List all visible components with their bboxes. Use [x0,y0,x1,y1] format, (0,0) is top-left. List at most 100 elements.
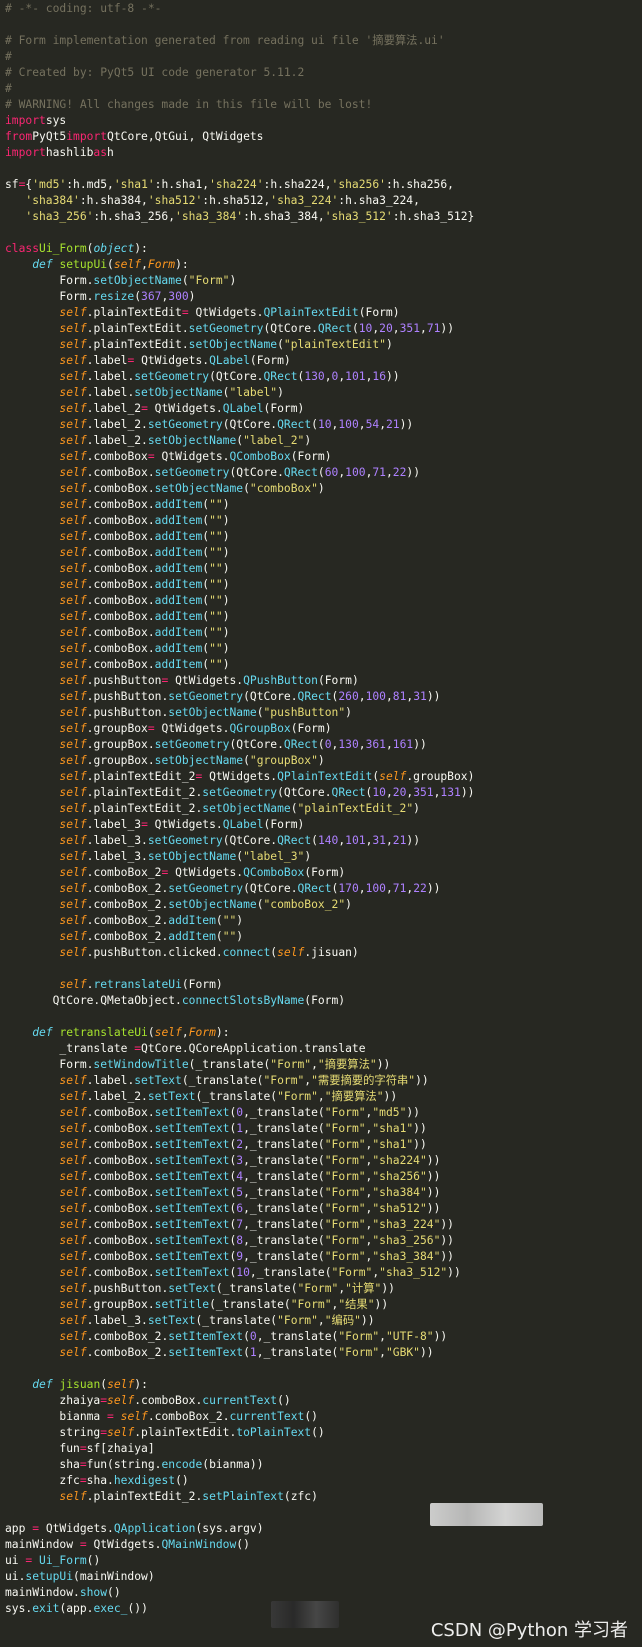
code-token: 170 [338,882,359,895]
code-line: 'sha3_256':h.sha3_256,'sha3_384':h.sha3_… [5,209,635,225]
code-token: (Form) [249,354,291,367]
code-line: zfc=sha.hexdigest() [5,1473,635,1489]
code-token: Ui_Form [39,242,87,255]
code-token: "摘要算法" [317,1058,377,1071]
code-token: 71 [426,322,441,335]
code-token: (bianma)) [202,1458,264,1471]
code-token: self [59,530,87,543]
code-token: self [59,1314,87,1327]
code-token: self [107,1378,135,1391]
code-token: "UTF-8" [385,1330,434,1343]
code-token: .comboBox_2. [86,882,169,895]
code-token: setItemText [154,1266,230,1279]
code-token: (_translate( [215,1282,298,1295]
code-token: 20 [379,322,393,335]
code-token: .label_3 [86,818,142,831]
code-line: self.comboBox.addItem("") [5,577,635,593]
code-token: QtWidgets. [147,818,223,831]
code-token: "GBK" [385,1346,420,1359]
code-token: (_translate( [181,1074,264,1087]
code-token: QtWidgets. [202,770,278,783]
code-token: QLabel [222,818,264,831]
code-token: QtWidgets. [154,450,230,463]
code-token: = [181,306,189,319]
code-token: QtWidgets. [154,722,230,735]
code-token: "" [222,914,237,927]
code-token: )) [386,370,400,383]
code-token: self [59,866,87,879]
code-token: = [141,402,148,415]
code-token: = [32,1522,40,1535]
code-line: self.comboBox.setItemText(8,_translate("… [5,1233,635,1249]
code-token: = [79,1442,87,1455]
code-token: ( [243,754,250,767]
code-token: ) [304,434,312,447]
code-token: PyQt5 [32,130,67,143]
code-token: QPushButton [243,674,318,687]
code-token: sf [5,178,19,191]
code-token: addItem [154,594,203,607]
code-token: (Form) [290,450,332,463]
code-token: QRect [263,370,298,383]
code-line: self.plainTextEdit= QtWidgets.QPlainText… [5,305,635,321]
code-token: = [79,1458,87,1471]
code-token: .comboBox. [86,658,155,671]
code-token: .comboBox_2. [86,930,169,943]
code-token: )) [374,1298,389,1311]
code-token: QApplication [113,1522,196,1535]
code-token: ) [317,754,325,767]
code-token: encode [161,1458,203,1471]
code-token: (QtCore. [222,834,278,847]
code-line: self.label_2= QtWidgets.QLabel(Form) [5,401,635,417]
code-line: self.comboBox.setItemText(0,_translate("… [5,1105,635,1121]
code-token: setObjectName [168,898,257,911]
code-token: )) [440,322,455,335]
code-token: 31 [413,690,427,703]
code-token: as [93,146,108,159]
code-token: self [379,770,407,783]
code-token: self [59,1122,87,1135]
code-token: setupUi [25,1570,74,1583]
code-token: "Form" [324,1170,366,1183]
code-token: setText [168,1282,216,1295]
code-token: setGeometry [147,418,223,431]
code-token: self [59,1154,87,1167]
code-line: ui = Ui_Form() [5,1553,635,1569]
code-token: ) [222,562,230,575]
code-token: self [277,946,305,959]
code-token: , [385,690,393,703]
code-token: )) [413,1138,427,1151]
code-token: self [59,1234,87,1247]
code-token: 131 [440,786,461,799]
code-token: setGeometry [188,322,264,335]
code-token: .comboBox. [86,466,155,479]
code-token: setGeometry [147,834,223,847]
code-token: "plainTextEdit_2" [297,802,414,815]
code-token: def [32,1378,53,1391]
code-token: "sha224" [372,1154,427,1167]
code-editor[interactable]: # -*- coding: utf-8 -*- # Form implementa… [5,1,635,1617]
code-token: QRect [297,882,332,895]
code-token: ( [290,802,298,815]
code-token: self [59,450,87,463]
code-token: "sha3_256" [372,1234,441,1247]
code-token: .comboBox. [86,1106,155,1119]
code-token: (Form) [304,994,346,1007]
code-token: )) [399,418,414,431]
code-token: , [385,466,393,479]
code-token: currentText [202,1394,278,1407]
code-token: exit [32,1602,60,1615]
code-token: ( [256,898,264,911]
code-token: (Form) [358,306,400,319]
code-token: QtWidgets. [188,306,264,319]
